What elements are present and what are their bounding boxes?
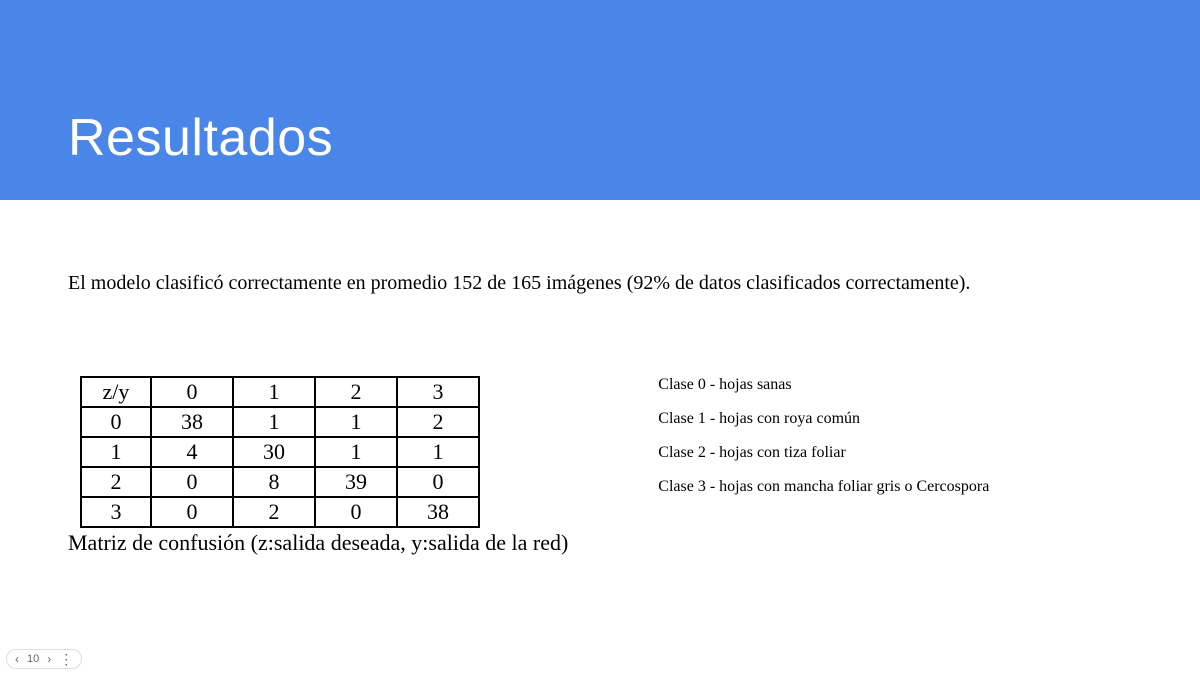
table-cell: 38 <box>397 497 479 527</box>
legend-item: Clase 0 - hojas sanas <box>658 376 989 394</box>
table-cell: 1 <box>315 437 397 467</box>
table-cell: 8 <box>233 467 315 497</box>
intro-text: El modelo clasificó correctamente en pro… <box>68 270 1132 296</box>
content-row: z/y 0 1 2 3 0 38 1 1 2 1 4 30 1 <box>68 376 1132 556</box>
table-row-label: 2 <box>81 467 151 497</box>
table-col-header: 0 <box>151 377 233 407</box>
slide-header: Resultados <box>0 0 1200 200</box>
table-cell: 30 <box>233 437 315 467</box>
table-row-label: 3 <box>81 497 151 527</box>
page-title: Resultados <box>68 108 333 168</box>
table-cell: 2 <box>397 407 479 437</box>
table-caption: Matriz de confusión (z:salida deseada, y… <box>68 530 568 556</box>
confusion-matrix-block: z/y 0 1 2 3 0 38 1 1 2 1 4 30 1 <box>68 376 568 556</box>
table-cell: 0 <box>397 467 479 497</box>
table-row: 2 0 8 39 0 <box>81 467 479 497</box>
next-slide-button[interactable]: › <box>47 652 51 666</box>
table-row: 1 4 30 1 1 <box>81 437 479 467</box>
table-cell: 0 <box>151 497 233 527</box>
confusion-matrix-table: z/y 0 1 2 3 0 38 1 1 2 1 4 30 1 <box>80 376 480 528</box>
legend-item: Clase 3 - hojas con mancha foliar gris o… <box>658 478 989 496</box>
table-cell: 38 <box>151 407 233 437</box>
slide-menu-button[interactable]: ⋮ <box>59 652 73 666</box>
table-cell: 1 <box>397 437 479 467</box>
table-corner-cell: z/y <box>81 377 151 407</box>
table-row: 0 38 1 1 2 <box>81 407 479 437</box>
table-cell: 4 <box>151 437 233 467</box>
table-cell: 0 <box>315 497 397 527</box>
slide-number: 10 <box>27 653 39 665</box>
table-col-header: 3 <box>397 377 479 407</box>
table-cell: 2 <box>233 497 315 527</box>
table-header-row: z/y 0 1 2 3 <box>81 377 479 407</box>
table-row: 3 0 2 0 38 <box>81 497 479 527</box>
table-row-label: 0 <box>81 407 151 437</box>
table-cell: 0 <box>151 467 233 497</box>
slide-body: El modelo clasificó correctamente en pro… <box>0 200 1200 556</box>
table-cell: 39 <box>315 467 397 497</box>
table-cell: 1 <box>233 407 315 437</box>
legend-item: Clase 1 - hojas con roya común <box>658 410 989 428</box>
table-col-header: 2 <box>315 377 397 407</box>
table-cell: 1 <box>315 407 397 437</box>
prev-slide-button[interactable]: ‹ <box>15 652 19 666</box>
legend-item: Clase 2 - hojas con tiza foliar <box>658 444 989 462</box>
class-legend: Clase 0 - hojas sanas Clase 1 - hojas co… <box>658 376 989 512</box>
table-row-label: 1 <box>81 437 151 467</box>
slide-nav-pill: ‹ 10 › ⋮ <box>6 649 82 669</box>
table-col-header: 1 <box>233 377 315 407</box>
